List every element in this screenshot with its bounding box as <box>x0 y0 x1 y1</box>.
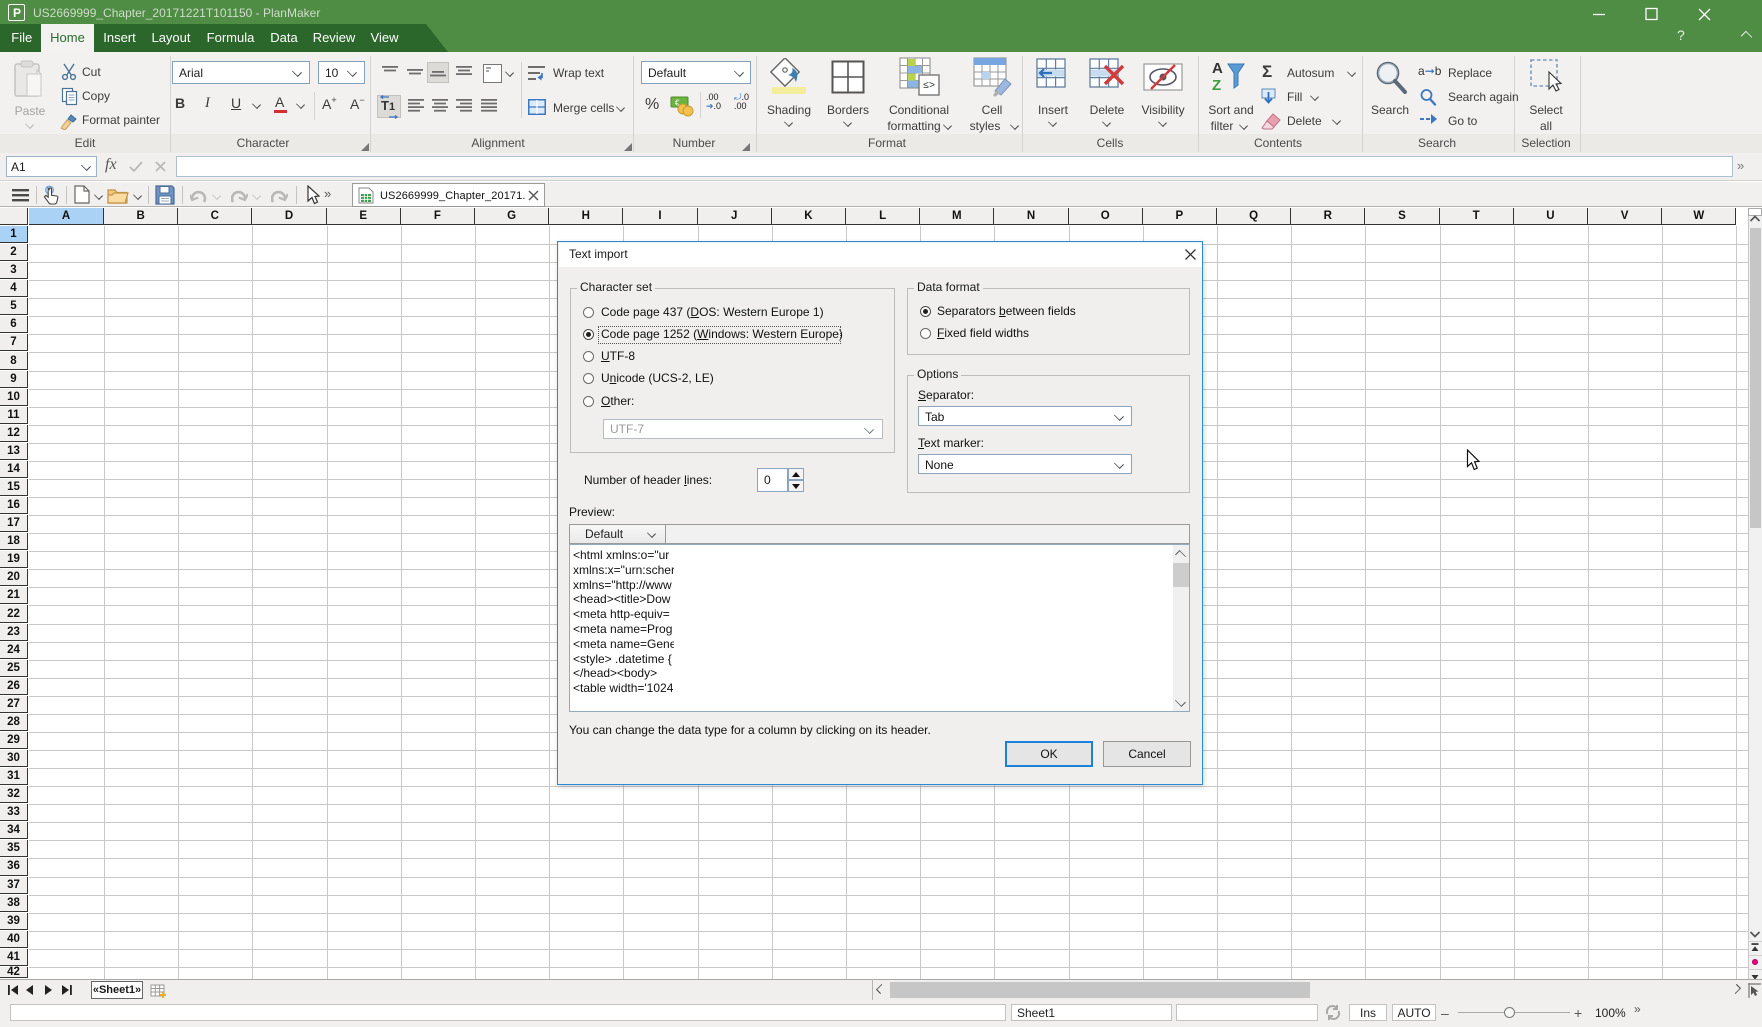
svg-text:A: A <box>1212 60 1223 77</box>
svg-text:Z: Z <box>1212 77 1221 94</box>
svg-text:≤>: ≤> <box>923 81 935 92</box>
